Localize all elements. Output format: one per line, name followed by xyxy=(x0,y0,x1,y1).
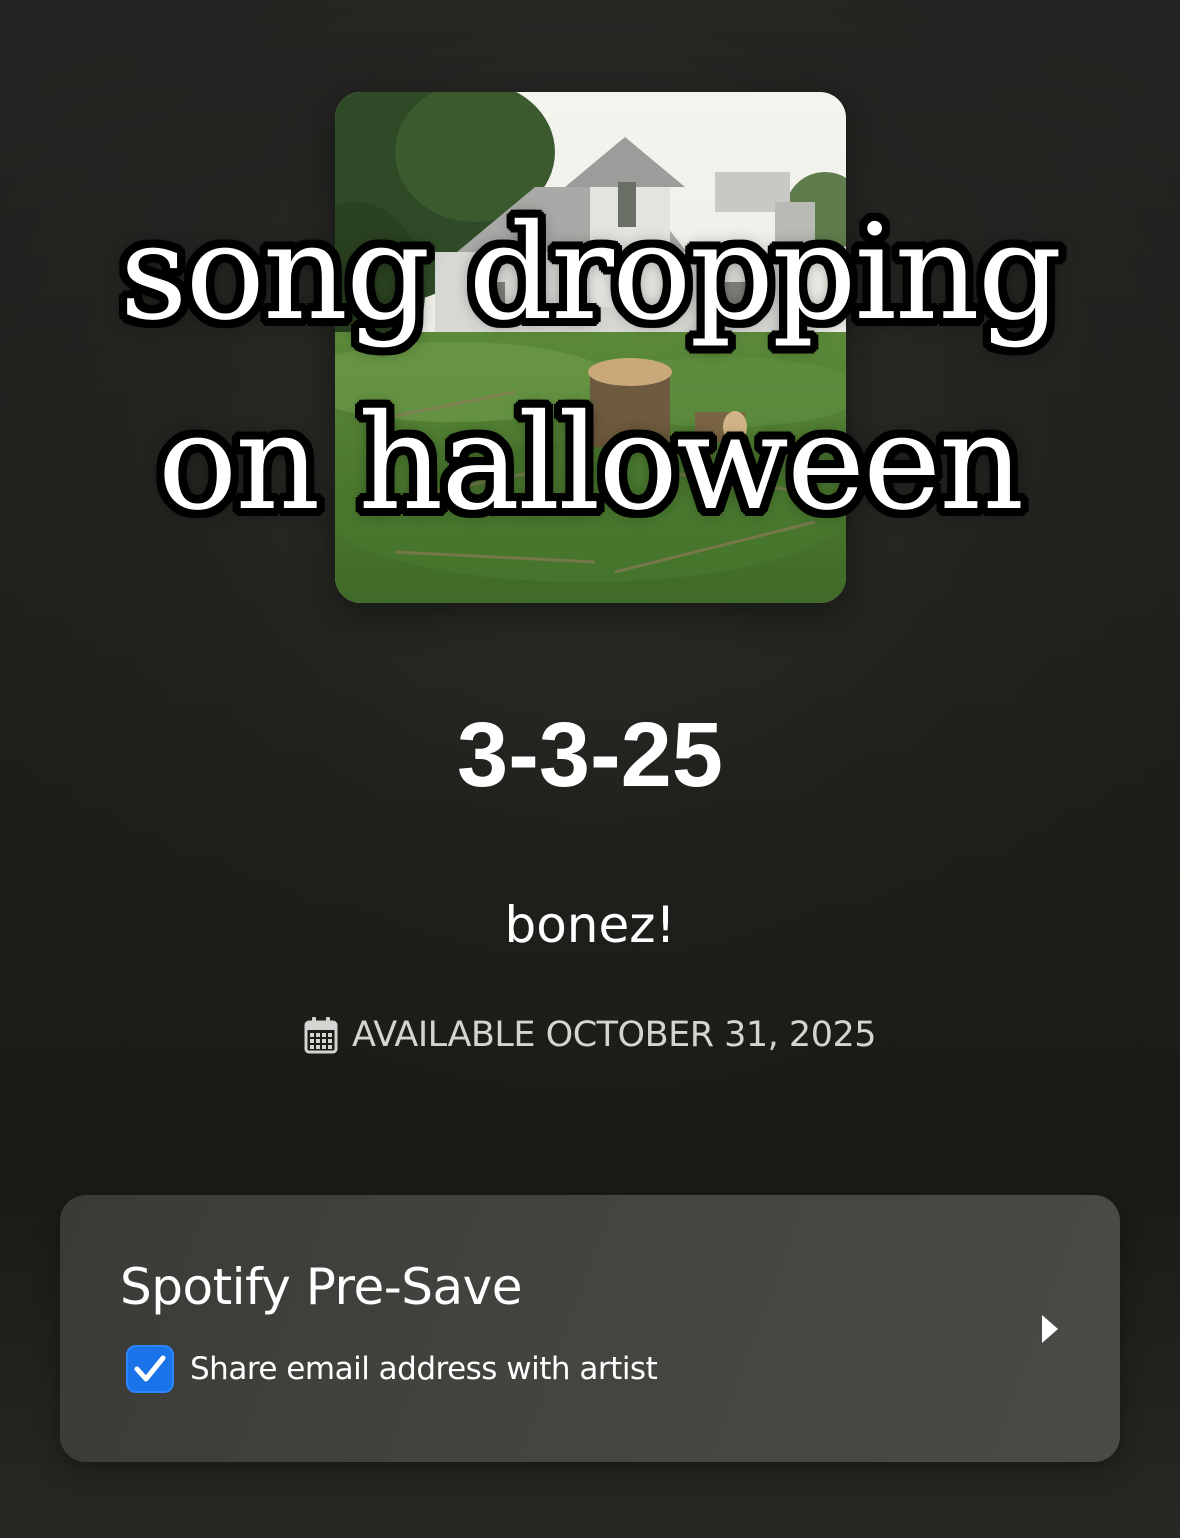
album-cover xyxy=(335,92,846,603)
album-cover-image xyxy=(335,92,846,603)
share-email-checkbox[interactable] xyxy=(126,1345,174,1393)
availability-text: AVAILABLE OCTOBER 31, 2025 xyxy=(351,1015,877,1055)
calendar-icon xyxy=(304,1016,338,1054)
share-email-label: Share email address with artist xyxy=(190,1351,658,1387)
artist-name: bonez! xyxy=(504,896,676,954)
presave-page: song dropping on halloween 3-3-25 bonez! xyxy=(0,0,1180,1538)
presave-title: Spotify Pre-Save xyxy=(120,1258,523,1316)
release-title: 3-3-25 xyxy=(457,704,723,806)
chevron-right-icon xyxy=(1040,1313,1060,1345)
availability-info: AVAILABLE OCTOBER 31, 2025 xyxy=(0,1015,1180,1055)
spotify-presave-button[interactable]: Spotify Pre-Save Share email address wit… xyxy=(60,1195,1120,1462)
checkmark-icon xyxy=(134,1355,166,1382)
share-email-option[interactable]: Share email address with artist xyxy=(126,1345,658,1393)
